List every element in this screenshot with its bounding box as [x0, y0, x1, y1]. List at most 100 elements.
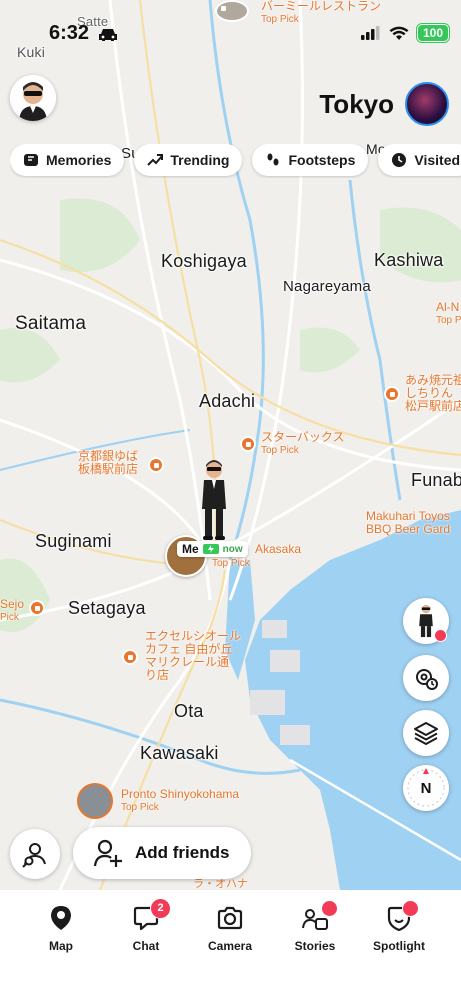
- chip-visited-label: Visited: [414, 152, 461, 168]
- bitmoji-notification-dot: [434, 629, 447, 642]
- poi-excelsior[interactable]: エクセルシオール カフェ 自由が丘 マリクレール通 り店: [145, 630, 241, 682]
- place-ota: Ota: [174, 701, 204, 721]
- wifi-icon: [389, 26, 409, 40]
- chip-footsteps-label: Footsteps: [288, 152, 356, 168]
- nav-map-label: Map: [49, 939, 73, 953]
- chip-memories[interactable]: Memories: [10, 144, 125, 176]
- nav-chat-label: Chat: [132, 939, 160, 953]
- search-friends-icon: [22, 843, 46, 868]
- map-canvas[interactable]: [0, 0, 461, 890]
- poi-pronto-name: Pronto Shinyokohama: [121, 787, 240, 801]
- filter-chips: Memories Trending Footsteps Visited: [10, 144, 461, 178]
- signal-icon: [360, 26, 380, 40]
- nav-chat[interactable]: 2 Chat: [106, 898, 186, 953]
- chip-footsteps[interactable]: Footsteps: [252, 144, 369, 176]
- battery-charging-icon: [202, 544, 219, 554]
- trending-icon: [147, 154, 164, 166]
- place-kuki: Kuki: [17, 44, 46, 60]
- poi-al-n-sub: Top P: [436, 315, 461, 326]
- status-time: 6:32: [49, 22, 90, 44]
- poi-starbucks[interactable]: スターバックス Top Pick: [261, 431, 345, 457]
- place-kawasaki: Kawasaki: [140, 743, 219, 763]
- poi-sejo-name: Sejo: [0, 597, 25, 611]
- compass-button[interactable]: N: [403, 765, 449, 811]
- me-label: Me: [182, 542, 199, 556]
- gear-icon: [416, 669, 438, 690]
- poi-top-restaurant[interactable]: バーミールレストラン Top Pick: [261, 0, 381, 26]
- poi-al-n-name: Al-N: [436, 300, 460, 314]
- status-icons: 100: [360, 23, 451, 43]
- poi-sejo[interactable]: Sejo Pick: [0, 598, 24, 624]
- weather-bubble[interactable]: [405, 82, 449, 126]
- nav-stories[interactable]: Stories: [275, 900, 355, 953]
- chat-badge: 2: [150, 898, 171, 919]
- bitmoji-avatar-icon: [10, 75, 56, 121]
- chip-memories-label: Memories: [46, 152, 112, 168]
- footsteps-icon: [267, 153, 279, 166]
- poi-amiyaki-line3: 松戸駅前店: [405, 399, 461, 413]
- bottom-navbar: Map 2 Chat Camera Stories Spotlight: [0, 890, 461, 1000]
- poi-pronto-thumbnail[interactable]: [77, 783, 113, 819]
- place-kashiwa: Kashiwa: [374, 250, 444, 270]
- add-friends-label: Add friends: [135, 843, 230, 862]
- bitmoji-figure[interactable]: [196, 459, 232, 543]
- car-icon: [99, 29, 117, 41]
- place-funabashi: Funab: [411, 470, 461, 490]
- map-layers-button[interactable]: [403, 710, 449, 756]
- me-tag[interactable]: Me now: [177, 541, 248, 557]
- map-pin-icon: [51, 906, 71, 930]
- poi-makuhari-line2: BBQ Beer Gard: [366, 522, 451, 536]
- chip-visited[interactable]: Visited: [378, 144, 461, 176]
- poi-top-restaurant-name: バーミールレストラン: [261, 0, 382, 13]
- chip-trending-label: Trending: [170, 152, 230, 168]
- chip-trending[interactable]: Trending: [134, 144, 243, 176]
- poi-excelsior-line4: り店: [145, 668, 170, 682]
- add-friends-button[interactable]: Add friends: [73, 827, 251, 879]
- layers-icon: [414, 722, 438, 745]
- top-restaurant-thumbnail[interactable]: [215, 0, 249, 22]
- nav-spotlight[interactable]: Spotlight: [359, 900, 439, 953]
- battery-indicator: 100: [415, 23, 451, 43]
- poi-amiyaki[interactable]: あみ焼元祖 しちりん 松戸駅前店: [405, 374, 461, 413]
- poi-pronto-sub: Top Pick: [121, 802, 159, 813]
- poi-starbucks-name: スターバックス: [261, 430, 345, 444]
- place-koshigaya: Koshigaya: [161, 251, 247, 271]
- poi-sejo-sub: Pick: [0, 612, 19, 623]
- place-suginami: Suginami: [35, 531, 112, 551]
- poi-amiyaki-icon[interactable]: [384, 386, 400, 402]
- akasaka-toppick: Top Pick: [212, 558, 250, 569]
- poi-al-n[interactable]: Al-N Top P: [436, 301, 461, 327]
- poi-starbucks-sub: Top Pick: [261, 445, 299, 456]
- nav-camera-label: Camera: [207, 939, 253, 953]
- spotlight-badge-dot: [402, 900, 419, 917]
- poi-kyoto-line2: 板橋駅前店: [78, 462, 139, 476]
- poi-kyoto-icon[interactable]: [148, 457, 164, 473]
- nav-spotlight-label: Spotlight: [373, 939, 425, 953]
- poi-kyoto[interactable]: 京都銀ゆば 板橋駅前店: [78, 450, 138, 476]
- add-friend-icon: [93, 839, 122, 867]
- nav-camera[interactable]: Camera: [190, 904, 270, 953]
- snap-map-screen: Satte Kuki Su Mo Koshigaya Kashiwa Nagar…: [0, 0, 461, 1000]
- location-title[interactable]: Tokyo: [319, 89, 394, 120]
- memories-icon: [24, 154, 38, 166]
- place-setagaya: Setagaya: [68, 598, 146, 618]
- nav-stories-label: Stories: [294, 939, 336, 953]
- place-akasaka: Akasaka: [255, 542, 302, 556]
- poi-pronto[interactable]: Pronto Shinyokohama Top Pick: [121, 788, 239, 814]
- poi-starbucks-icon[interactable]: [240, 436, 256, 452]
- place-adachi: Adachi: [199, 391, 256, 411]
- my-bitmoji-button[interactable]: [403, 598, 449, 644]
- clock-icon: [392, 153, 407, 167]
- profile-avatar[interactable]: [10, 75, 56, 121]
- nav-map[interactable]: Map: [21, 904, 101, 953]
- stories-badge-dot: [321, 900, 338, 917]
- friend-search-button[interactable]: [10, 829, 60, 879]
- poi-excelsior-icon[interactable]: [122, 649, 138, 665]
- place-saitama: Saitama: [15, 313, 87, 334]
- poi-makuhari[interactable]: Makuhari Toyos BBQ Beer Gard: [366, 510, 450, 536]
- poi-sejo-icon[interactable]: [29, 600, 45, 616]
- camera-icon: [217, 906, 243, 930]
- place-nagareyama: Nagareyama: [283, 278, 371, 295]
- compass-letter: N: [420, 779, 432, 797]
- map-settings-button[interactable]: [403, 655, 449, 701]
